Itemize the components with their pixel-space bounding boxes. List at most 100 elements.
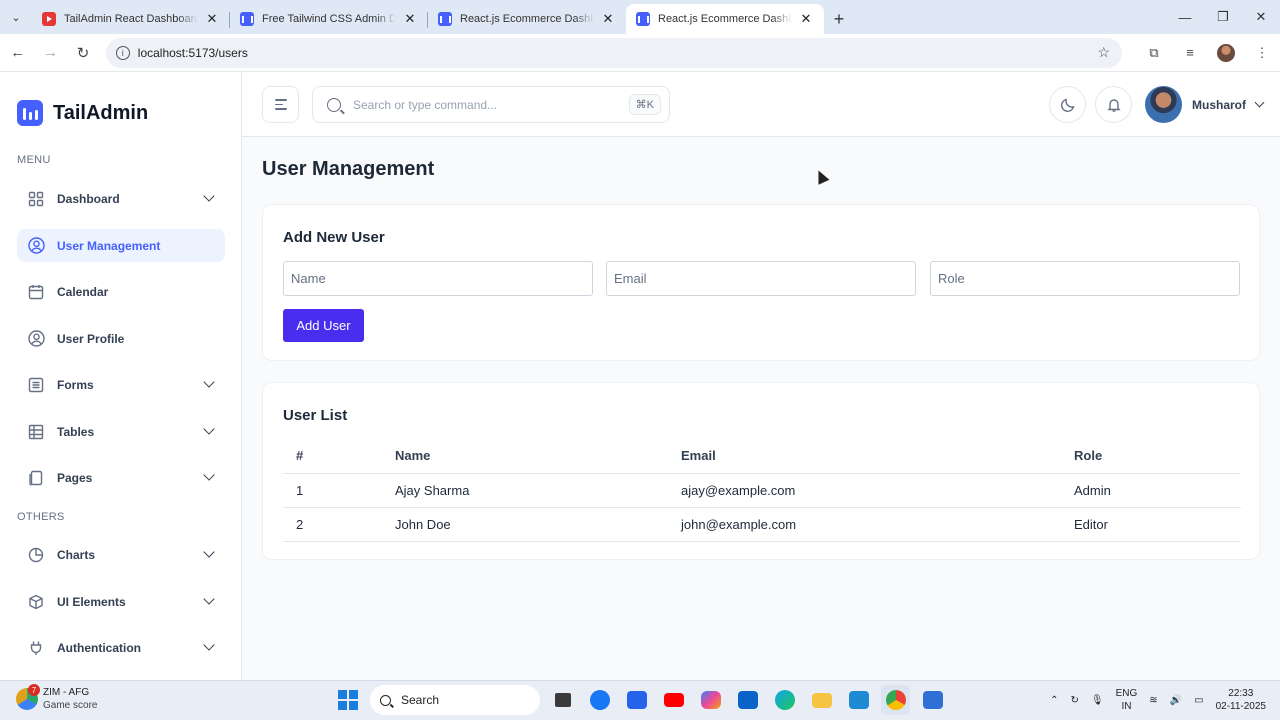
chrome-icon[interactable] xyxy=(881,685,910,715)
sidebar-toggle-button[interactable] xyxy=(262,86,299,123)
plug-icon xyxy=(27,639,45,657)
browser-tab[interactable]: React.js Ecommerce Dashboard ✕ xyxy=(428,4,626,34)
youtube-icon[interactable] xyxy=(659,685,688,715)
search-icon xyxy=(380,694,391,706)
sidebar-item-authentication[interactable]: Authentication xyxy=(17,631,225,664)
edge-icon[interactable] xyxy=(770,685,799,715)
user-table: # Name Email Role 1 Ajay Sharma ajay@exa… xyxy=(283,439,1241,542)
news-widget[interactable]: 7 ZIM - AFG Game score xyxy=(16,684,98,712)
date-text: 02-11-2025 xyxy=(1215,701,1266,712)
sidebar-item-user-management[interactable]: User Management xyxy=(17,229,225,262)
sidebar-item-calendar[interactable]: Calendar xyxy=(17,275,225,308)
sidebar-item-label: Pages xyxy=(57,470,93,485)
column-header: # xyxy=(283,439,395,474)
sync-icon[interactable]: ↻ xyxy=(1071,695,1079,706)
bookmark-star-icon[interactable]: ☆ xyxy=(1097,44,1110,61)
volume-icon[interactable]: 🔊 xyxy=(1170,695,1182,706)
cricket-icon: 7 xyxy=(16,684,40,710)
search-icon xyxy=(327,97,341,112)
taskbar-search-box[interactable]: Search xyxy=(370,685,540,715)
browser-tab[interactable]: TailAdmin React Dashboard — T ✕ xyxy=(32,4,230,34)
close-tab-icon[interactable]: ✕ xyxy=(798,11,814,27)
column-header: Name xyxy=(395,439,681,474)
table-header-row: # Name Email Role xyxy=(283,439,1241,474)
tailadmin-icon xyxy=(240,12,254,26)
vscode-icon[interactable] xyxy=(844,685,873,715)
add-user-card: Add New User Add User xyxy=(262,204,1260,361)
email-field[interactable] xyxy=(606,261,916,296)
sidebar-item-ui-elements[interactable]: UI Elements xyxy=(17,585,225,618)
close-tab-icon[interactable]: ✕ xyxy=(600,11,616,27)
browser-tab[interactable]: Free Tailwind CSS Admin Dashb ✕ xyxy=(230,4,428,34)
restore-icon[interactable]: ❐ xyxy=(1204,0,1242,34)
region-code: IN xyxy=(1121,701,1132,712)
tab-search-chevron-icon[interactable]: ⌄ xyxy=(0,0,32,34)
facebook-icon[interactable] xyxy=(585,685,614,715)
search-input[interactable]: Search or type command... ⌘K xyxy=(312,86,670,123)
name-field[interactable] xyxy=(283,261,593,296)
close-window-icon[interactable]: ✕ xyxy=(1242,0,1280,34)
others-heading: OTHERS xyxy=(17,511,65,523)
browser-tab-active[interactable]: React.js Ecommerce Dashboard ✕ xyxy=(626,4,824,34)
extensions-icon[interactable]: ⧉ xyxy=(1136,38,1172,68)
browser-menu-icon[interactable]: ⋮ xyxy=(1244,38,1280,68)
tab-title: React.js Ecommerce Dashboard xyxy=(658,13,792,25)
minimize-icon[interactable]: — xyxy=(1166,0,1204,34)
sidebar-item-dashboard[interactable]: Dashboard xyxy=(17,182,225,215)
file-explorer-icon[interactable] xyxy=(807,685,836,715)
dark-mode-toggle-button[interactable] xyxy=(1049,86,1086,123)
add-user-button[interactable]: Add User xyxy=(283,309,364,342)
back-icon[interactable]: ← xyxy=(3,38,33,68)
role-field[interactable] xyxy=(930,261,1240,296)
battery-icon[interactable]: ▭ xyxy=(1194,695,1203,706)
window-controls: — ❐ ✕ xyxy=(1166,0,1280,34)
site-info-icon[interactable]: i xyxy=(115,45,130,60)
close-tab-icon[interactable]: ✕ xyxy=(402,11,418,27)
windows-start-icon[interactable] xyxy=(333,685,362,715)
close-tab-icon[interactable]: ✕ xyxy=(204,11,220,27)
system-tray: ⌃ ↻ 🎙 ENG IN ≋ 🔊 ▭ 22:33 02-11-2025 xyxy=(1050,687,1266,713)
column-header: Email xyxy=(681,439,1074,474)
table-cell: Ajay Sharma xyxy=(395,473,681,508)
chevron-down-icon xyxy=(203,639,215,651)
widget-subtitle: Game score xyxy=(43,700,98,711)
sidebar-item-user-profile[interactable]: User Profile xyxy=(17,322,225,355)
copilot-icon[interactable] xyxy=(696,685,725,715)
chevron-down-icon xyxy=(203,376,215,388)
user-name: Musharof xyxy=(1192,97,1246,112)
reload-icon[interactable]: ↻ xyxy=(68,38,98,68)
microsoft-store-icon[interactable] xyxy=(622,685,651,715)
sidebar-item-forms[interactable]: Forms xyxy=(17,368,225,401)
new-tab-icon[interactable]: + xyxy=(824,4,854,34)
forward-icon[interactable]: → xyxy=(36,38,66,68)
chevron-up-icon[interactable]: ⌃ xyxy=(1050,695,1058,706)
language-indicator[interactable]: ENG IN xyxy=(1116,687,1138,713)
user-list-title: User List xyxy=(283,407,348,424)
user-menu[interactable]: Musharof xyxy=(1145,86,1265,123)
clock[interactable]: 22:33 02-11-2025 xyxy=(1216,687,1266,713)
page-icon xyxy=(27,469,45,487)
chevron-down-icon xyxy=(1254,97,1265,108)
table-cell: 1 xyxy=(283,473,395,508)
wifi-icon[interactable]: ≋ xyxy=(1149,695,1157,706)
microphone-icon[interactable]: 🎙 xyxy=(1091,695,1104,706)
list-icon xyxy=(27,376,45,394)
column-header: Role xyxy=(1074,439,1241,474)
tab-title: TailAdmin React Dashboard — T xyxy=(64,13,198,25)
widget-title: ZIM - AFG xyxy=(43,687,90,698)
profile-avatar[interactable] xyxy=(1208,38,1244,68)
logo[interactable]: TailAdmin xyxy=(17,100,148,126)
browser-tab-strip: ⌄ TailAdmin React Dashboard — T ✕ Free T… xyxy=(0,0,1280,34)
address-bar[interactable]: i localhost:5173/users ☆ xyxy=(105,37,1123,68)
notification-badge: 7 xyxy=(28,684,40,696)
sidebar-item-pages[interactable]: Pages xyxy=(17,461,225,494)
sidebar-item-label: Charts xyxy=(57,547,96,562)
sidebar-item-charts[interactable]: Charts xyxy=(17,538,225,571)
teams-icon[interactable] xyxy=(918,685,947,715)
sidebar-item-label: Tables xyxy=(57,424,95,439)
sidebar-item-tables[interactable]: Tables xyxy=(17,415,225,448)
outlook-icon[interactable] xyxy=(733,685,762,715)
task-view-icon[interactable] xyxy=(548,685,577,715)
notifications-button[interactable] xyxy=(1095,86,1132,123)
media-control-icon[interactable]: ≡ xyxy=(1172,38,1208,68)
